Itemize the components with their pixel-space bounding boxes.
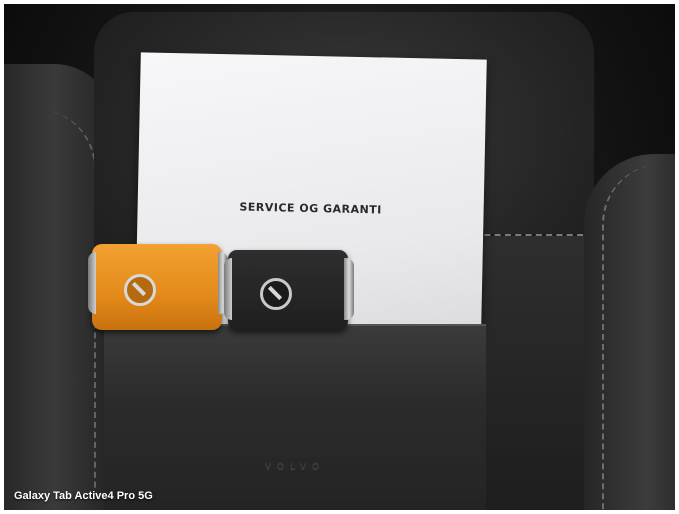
photo: SERVICE OG GARANTI VOLVO xyxy=(4,4,675,510)
seat-stitching-left xyxy=(14,109,96,489)
volvo-iron-mark-icon xyxy=(260,278,292,310)
black-car-key xyxy=(224,250,354,330)
volvo-iron-mark-icon xyxy=(124,274,156,306)
device-caption: Galaxy Tab Active4 Pro 5G xyxy=(14,490,153,502)
key-trim-right xyxy=(344,258,354,320)
key-box: VOLVO xyxy=(104,324,486,510)
key-trim-left xyxy=(88,252,96,314)
seat-stitching-right xyxy=(602,164,674,510)
booklet-title: SERVICE OG GARANTI xyxy=(239,200,382,217)
box-logo: VOLVO xyxy=(264,462,326,472)
key-trim-left xyxy=(224,258,232,320)
orange-car-key xyxy=(88,244,228,330)
photo-frame: SERVICE OG GARANTI VOLVO Galaxy Tab Acti… xyxy=(0,0,679,514)
